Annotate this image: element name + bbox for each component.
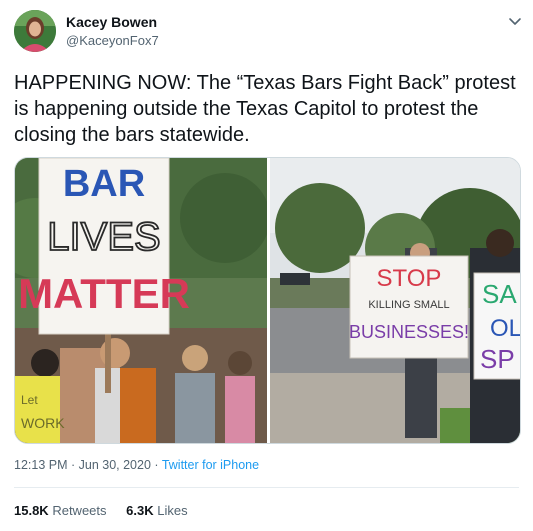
tweet-stats: 15.8K Retweets 6.3K Likes xyxy=(14,503,204,518)
likes-count: 6.3K xyxy=(126,503,154,518)
author-handle[interactable]: @KaceyonFox7 xyxy=(66,33,159,48)
chevron-down-icon[interactable] xyxy=(506,12,524,30)
sign-line-businesses: BUSINESSES! xyxy=(349,322,469,342)
sign-line-bar: BAR xyxy=(63,163,145,205)
tweet-header: Kacey Bowen @KaceyonFox7 xyxy=(14,10,524,54)
retweets-stat[interactable]: 15.8K Retweets xyxy=(14,503,107,518)
tweet-text: HAPPENING NOW: The “Texas Bars Fight Bac… xyxy=(14,72,516,146)
retweets-label: Retweets xyxy=(52,503,107,518)
sign-line-lives: LIVES xyxy=(47,215,160,259)
small-sign-line1: Let xyxy=(21,393,38,407)
likes-stat[interactable]: 6.3K Likes xyxy=(126,503,187,518)
meta-separator: · xyxy=(67,458,79,472)
meta-separator-2: · xyxy=(150,458,162,472)
sign-line-killing-small: KILLING SMALL xyxy=(368,299,449,311)
sign-line-stop: STOP xyxy=(377,265,442,292)
divider xyxy=(14,487,519,488)
tweet-media[interactable]: BAR LIVES MATTER Let WORK STOP KILLING S… xyxy=(14,157,521,444)
photo-bar-lives-matter[interactable]: BAR LIVES MATTER Let WORK xyxy=(15,158,267,444)
tweet-date[interactable]: Jun 30, 2020 xyxy=(79,458,151,472)
tweet-metadata: 12:13 PM · Jun 30, 2020 · Twitter for iP… xyxy=(14,458,259,472)
likes-label: Likes xyxy=(157,503,188,518)
sign-line-matter: MATTER xyxy=(18,270,190,317)
photo-stop-killing-small-businesses[interactable]: STOP KILLING SMALL BUSINESSES! SA OL SP xyxy=(270,158,521,444)
tweet-time[interactable]: 12:13 PM xyxy=(14,458,68,472)
tweet-source-link[interactable]: Twitter for iPhone xyxy=(162,458,259,472)
partial-sign-line3: SP xyxy=(480,344,515,374)
partial-sign-line2: OL xyxy=(490,315,521,342)
partial-sign-line1: SA xyxy=(482,279,517,309)
avatar[interactable] xyxy=(14,10,56,52)
author-name[interactable]: Kacey Bowen xyxy=(66,14,157,30)
avatar-image xyxy=(14,10,56,52)
retweets-count: 15.8K xyxy=(14,503,49,518)
small-sign-line2: WORK xyxy=(21,415,65,431)
